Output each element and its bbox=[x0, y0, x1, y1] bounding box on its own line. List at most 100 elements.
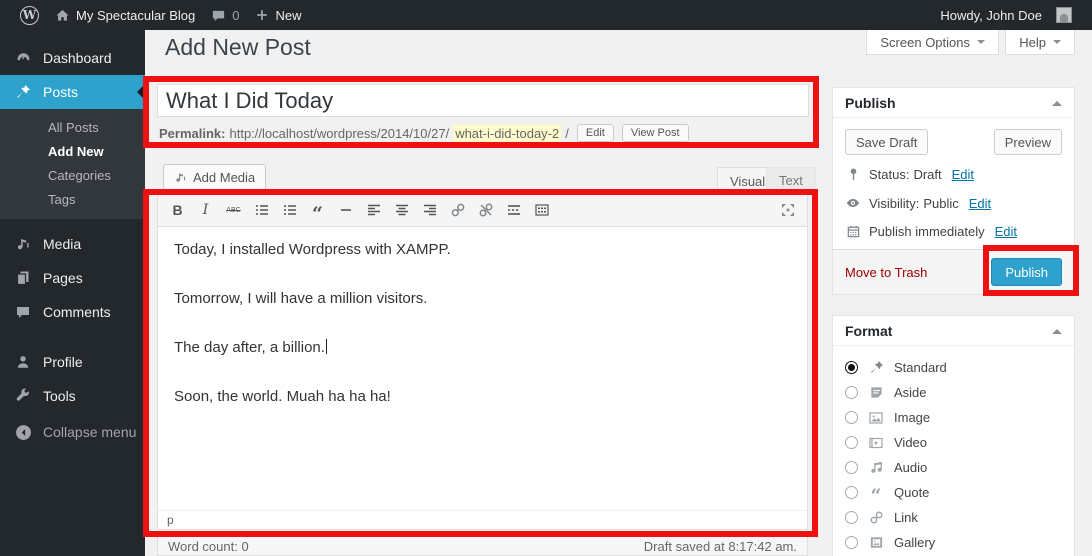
radio-button[interactable] bbox=[845, 361, 858, 374]
format-option-audio[interactable]: Audio bbox=[845, 455, 1062, 480]
submenu-add-new[interactable]: Add New bbox=[0, 139, 145, 163]
visibility-edit-link[interactable]: Edit bbox=[969, 196, 991, 211]
gallery-icon bbox=[867, 535, 885, 550]
align-right-icon[interactable] bbox=[416, 198, 443, 223]
format-option-image[interactable]: Image bbox=[845, 405, 1062, 430]
numbered-list-icon[interactable] bbox=[276, 198, 303, 223]
site-name-label: My Spectacular Blog bbox=[76, 8, 195, 23]
collapse-toggle-icon[interactable] bbox=[1052, 96, 1062, 106]
format-option-quote[interactable]: “ Quote bbox=[845, 480, 1062, 505]
sidebar-item-posts[interactable]: Posts bbox=[0, 75, 145, 109]
tab-text[interactable]: Text bbox=[766, 167, 816, 194]
video-icon bbox=[867, 435, 885, 451]
format-option-gallery[interactable]: Gallery bbox=[845, 530, 1062, 555]
radio-button[interactable] bbox=[845, 536, 858, 549]
align-center-icon[interactable] bbox=[388, 198, 415, 223]
sidebar-item-label: Posts bbox=[43, 84, 78, 100]
sidebar-item-label: Profile bbox=[43, 354, 83, 370]
bulleted-list-icon[interactable] bbox=[248, 198, 275, 223]
bold-icon[interactable]: B bbox=[164, 198, 191, 223]
sidebar-item-dashboard[interactable]: Dashboard bbox=[0, 41, 145, 75]
media-icon bbox=[13, 236, 33, 252]
add-media-button[interactable]: Add Media bbox=[163, 164, 266, 190]
avatar bbox=[1056, 7, 1072, 23]
sidebar-item-comments[interactable]: Comments bbox=[0, 295, 145, 329]
word-count-value: 0 bbox=[241, 539, 248, 554]
submenu-categories[interactable]: Categories bbox=[0, 163, 145, 187]
preview-button[interactable]: Preview bbox=[994, 129, 1062, 155]
autosave-message: Draft saved at 8:17:42 am. bbox=[644, 539, 797, 554]
toolbar-toggle-icon[interactable] bbox=[528, 198, 555, 223]
sidebar-item-media[interactable]: Media bbox=[0, 227, 145, 261]
radio-button[interactable] bbox=[845, 436, 858, 449]
submenu-all-posts[interactable]: All Posts bbox=[0, 115, 145, 139]
image-icon bbox=[867, 410, 885, 426]
publish-button[interactable]: Publish bbox=[991, 258, 1062, 286]
permalink-edit-button[interactable]: Edit bbox=[577, 124, 614, 142]
blockquote-icon[interactable]: “ bbox=[304, 198, 331, 223]
sidebar-item-label: Collapse menu bbox=[43, 424, 136, 440]
pushpin-icon bbox=[867, 360, 885, 375]
post-title-input[interactable] bbox=[157, 84, 809, 117]
format-option-link[interactable]: Link bbox=[845, 505, 1062, 530]
collapse-icon bbox=[13, 424, 33, 441]
format-label: Video bbox=[894, 435, 927, 450]
comment-count: 0 bbox=[232, 8, 239, 23]
plus-icon bbox=[255, 8, 269, 22]
radio-button[interactable] bbox=[845, 386, 858, 399]
format-option-standard[interactable]: Standard bbox=[845, 355, 1062, 380]
editor-content[interactable]: Today, I installed Wordpress with XAMPP.… bbox=[158, 227, 807, 510]
sidebar-item-tools[interactable]: Tools bbox=[0, 379, 145, 413]
my-account-menu[interactable]: Howdy, John Doe bbox=[932, 0, 1080, 30]
screen-options-label: Screen Options bbox=[880, 35, 970, 50]
editor-element-path[interactable]: p bbox=[158, 510, 807, 529]
horizontal-rule-icon[interactable] bbox=[332, 198, 359, 223]
profile-icon bbox=[13, 354, 33, 370]
italic-icon[interactable]: I bbox=[192, 198, 219, 223]
collapse-toggle-icon[interactable] bbox=[1052, 324, 1062, 334]
radio-button[interactable] bbox=[845, 411, 858, 424]
strikethrough-icon[interactable]: ABC bbox=[220, 198, 247, 223]
site-name-link[interactable]: My Spectacular Blog bbox=[47, 0, 203, 30]
sidebar-item-pages[interactable]: Pages bbox=[0, 261, 145, 295]
radio-button[interactable] bbox=[845, 511, 858, 524]
move-to-trash-link[interactable]: Move to Trash bbox=[845, 265, 927, 280]
permalink-slug[interactable]: what-i-did-today-2 bbox=[453, 125, 561, 142]
view-post-button[interactable]: View Post bbox=[622, 124, 689, 142]
radio-button[interactable] bbox=[845, 486, 858, 499]
sidebar-item-label: Dashboard bbox=[43, 50, 112, 66]
sidebar-item-label: Media bbox=[43, 236, 81, 252]
format-box-header[interactable]: Format bbox=[833, 316, 1074, 346]
radio-button[interactable] bbox=[845, 461, 858, 474]
publish-box-header[interactable]: Publish bbox=[833, 88, 1074, 118]
insert-link-icon[interactable] bbox=[444, 198, 471, 223]
sidebar-item-profile[interactable]: Profile bbox=[0, 345, 145, 379]
help-button[interactable]: Help bbox=[1005, 30, 1075, 55]
format-option-aside[interactable]: Aside bbox=[845, 380, 1062, 405]
status-edit-link[interactable]: Edit bbox=[952, 167, 974, 182]
schedule-edit-link[interactable]: Edit bbox=[995, 224, 1017, 239]
chevron-down-icon bbox=[1053, 40, 1061, 48]
new-content-menu[interactable]: New bbox=[247, 0, 309, 30]
comments-adminbar-link[interactable]: 0 bbox=[203, 0, 247, 30]
status-row: Status: Draft Edit bbox=[833, 167, 1074, 182]
align-left-icon[interactable] bbox=[360, 198, 387, 223]
chevron-down-icon bbox=[977, 40, 985, 48]
comment-bubble-icon bbox=[211, 8, 226, 23]
word-count-label: Word count: bbox=[168, 539, 238, 554]
editor-paragraph: Soon, the world. Muah ha ha ha! bbox=[174, 386, 791, 407]
format-label: Image bbox=[894, 410, 930, 425]
distraction-free-icon[interactable] bbox=[774, 198, 801, 223]
admin-sidebar: Dashboard Posts All Posts Add New Catego… bbox=[0, 30, 145, 556]
format-option-video[interactable]: Video bbox=[845, 430, 1062, 455]
screen-options-button[interactable]: Screen Options bbox=[866, 30, 999, 55]
new-label: New bbox=[275, 8, 301, 23]
submenu-label: Add New bbox=[48, 144, 104, 159]
sidebar-item-collapse-menu[interactable]: Collapse menu bbox=[0, 415, 145, 449]
wordpress-logo-icon: W bbox=[20, 6, 39, 25]
remove-link-icon[interactable] bbox=[472, 198, 499, 223]
insert-more-tag-icon[interactable] bbox=[500, 198, 527, 223]
save-draft-button[interactable]: Save Draft bbox=[845, 129, 928, 155]
wordpress-logo-menu[interactable]: W bbox=[12, 0, 47, 30]
submenu-tags[interactable]: Tags bbox=[0, 187, 145, 211]
